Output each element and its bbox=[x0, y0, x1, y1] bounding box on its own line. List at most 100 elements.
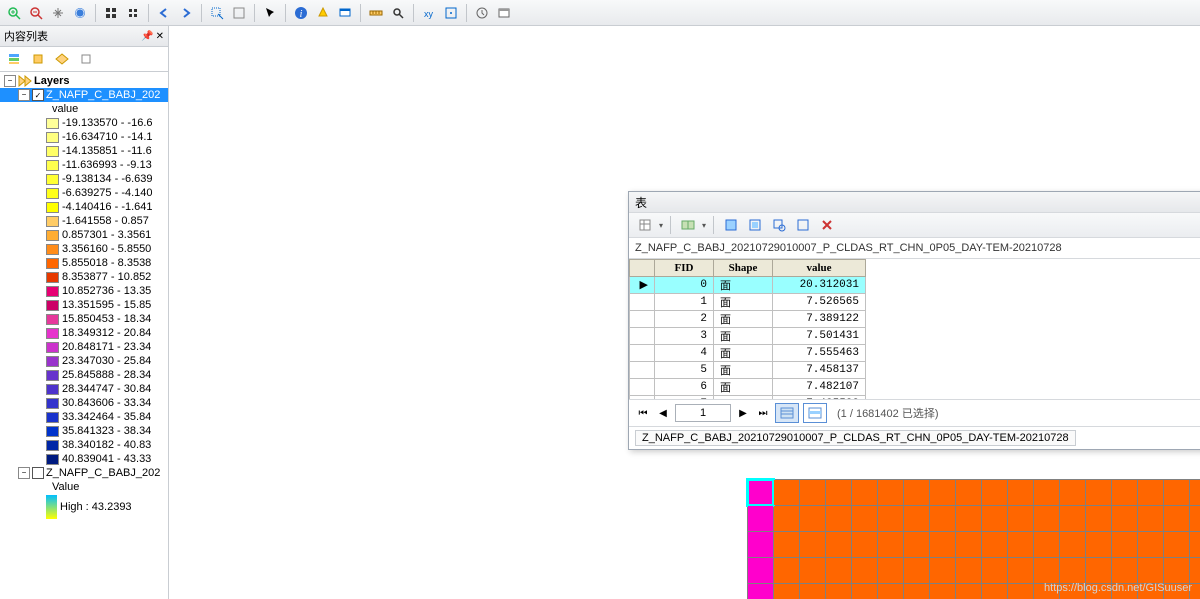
raster-cell[interactable] bbox=[852, 480, 877, 505]
table-row[interactable]: 3面7.501431 bbox=[630, 328, 866, 345]
raster-cell[interactable] bbox=[826, 506, 851, 531]
raster-cell[interactable] bbox=[982, 558, 1007, 583]
pan-icon[interactable] bbox=[48, 3, 68, 23]
table-row[interactable]: 1面7.526565 bbox=[630, 294, 866, 311]
raster-cell[interactable] bbox=[1190, 480, 1200, 505]
raster-cell[interactable] bbox=[748, 532, 773, 557]
raster-cell[interactable] bbox=[982, 584, 1007, 599]
related-tables-icon[interactable] bbox=[678, 215, 698, 235]
raster-cell[interactable] bbox=[852, 584, 877, 599]
raster-cell[interactable] bbox=[1060, 480, 1085, 505]
raster-cell[interactable] bbox=[982, 480, 1007, 505]
first-record-icon[interactable]: ⏮ bbox=[635, 405, 651, 421]
raster-cell[interactable] bbox=[1008, 532, 1033, 557]
layer-checkbox[interactable] bbox=[32, 467, 44, 479]
raster-cell[interactable] bbox=[800, 584, 825, 599]
clear-sel-icon[interactable] bbox=[793, 215, 813, 235]
raster-cell[interactable] bbox=[774, 532, 799, 557]
raster-cell[interactable] bbox=[852, 558, 877, 583]
attr-tab[interactable]: Z_NAFP_C_BABJ_20210729010007_P_CLDAS_RT_… bbox=[635, 430, 1076, 446]
raster-cell[interactable] bbox=[748, 558, 773, 583]
table-row[interactable]: 2面7.389122 bbox=[630, 311, 866, 328]
raster-cell[interactable] bbox=[1138, 506, 1163, 531]
fixed-zoom-out-icon[interactable] bbox=[123, 3, 143, 23]
raster-cell[interactable] bbox=[1008, 506, 1033, 531]
raster-cell[interactable] bbox=[826, 480, 851, 505]
raster-cell[interactable] bbox=[956, 480, 981, 505]
table-row[interactable]: ▶0面20.312031 bbox=[630, 277, 866, 294]
close-icon[interactable]: ✕ bbox=[156, 31, 164, 42]
raster-cell[interactable] bbox=[956, 584, 981, 599]
list-source-icon[interactable] bbox=[28, 49, 48, 69]
forward-icon[interactable] bbox=[176, 3, 196, 23]
raster-cell[interactable] bbox=[1060, 558, 1085, 583]
raster-cell[interactable] bbox=[878, 558, 903, 583]
zoom-selected-icon[interactable] bbox=[769, 215, 789, 235]
raster-cell[interactable] bbox=[748, 480, 773, 505]
raster-cell[interactable] bbox=[930, 532, 955, 557]
list-visibility-icon[interactable] bbox=[52, 49, 72, 69]
back-icon[interactable] bbox=[154, 3, 174, 23]
delete-sel-icon[interactable] bbox=[817, 215, 837, 235]
raster-cell[interactable] bbox=[748, 584, 773, 599]
layer-name[interactable]: Z_NAFP_C_BABJ_202 bbox=[46, 89, 160, 101]
raster-cell[interactable] bbox=[878, 532, 903, 557]
column-header[interactable]: FID bbox=[655, 260, 714, 277]
raster-cell[interactable] bbox=[1190, 558, 1200, 583]
expander-icon[interactable]: − bbox=[18, 89, 30, 101]
list-drawing-order-icon[interactable] bbox=[4, 49, 24, 69]
raster-cell[interactable] bbox=[852, 506, 877, 531]
raster-cell[interactable] bbox=[904, 558, 929, 583]
attr-grid[interactable]: FIDShapevalue▶0面20.3120311面7.5265652面7.3… bbox=[629, 259, 1200, 399]
raster-cell[interactable] bbox=[956, 532, 981, 557]
show-all-icon[interactable] bbox=[775, 403, 799, 423]
raster-cell[interactable] bbox=[774, 480, 799, 505]
dropdown-icon[interactable]: ▾ bbox=[659, 221, 663, 230]
prev-record-icon[interactable]: ◀ bbox=[655, 405, 671, 421]
raster-cell[interactable] bbox=[800, 532, 825, 557]
select-by-attr-icon[interactable] bbox=[721, 215, 741, 235]
map-canvas[interactable]: https://blog.csdn.net/GISuuser 表 ▢ ✕ ▾ ▾ bbox=[169, 26, 1200, 599]
hyperlink-icon[interactable] bbox=[313, 3, 333, 23]
raster-cell[interactable] bbox=[1164, 506, 1189, 531]
raster-cell[interactable] bbox=[904, 506, 929, 531]
raster-cell[interactable] bbox=[1112, 558, 1137, 583]
zoom-out-icon[interactable] bbox=[26, 3, 46, 23]
viewer-window-icon[interactable] bbox=[494, 3, 514, 23]
expander-icon[interactable]: − bbox=[4, 75, 16, 87]
raster-cell[interactable] bbox=[1034, 532, 1059, 557]
layers-root[interactable]: Layers bbox=[34, 75, 69, 87]
pin-icon[interactable]: 📌 bbox=[141, 31, 153, 42]
table-options-icon[interactable] bbox=[635, 215, 655, 235]
raster-cell[interactable] bbox=[1060, 532, 1085, 557]
show-selected-icon[interactable] bbox=[803, 403, 827, 423]
raster-cell[interactable] bbox=[1086, 506, 1111, 531]
clear-selection-icon[interactable] bbox=[229, 3, 249, 23]
html-popup-icon[interactable] bbox=[335, 3, 355, 23]
raster-cell[interactable] bbox=[826, 532, 851, 557]
raster-cell[interactable] bbox=[800, 506, 825, 531]
raster-cell[interactable] bbox=[930, 558, 955, 583]
raster-cell[interactable] bbox=[930, 480, 955, 505]
list-selection-icon[interactable] bbox=[76, 49, 96, 69]
raster-cell[interactable] bbox=[956, 506, 981, 531]
raster-cell[interactable] bbox=[800, 558, 825, 583]
dropdown-icon[interactable]: ▾ bbox=[702, 221, 706, 230]
next-record-icon[interactable]: ▶ bbox=[735, 405, 751, 421]
raster-cell[interactable] bbox=[956, 558, 981, 583]
raster-cell[interactable] bbox=[930, 584, 955, 599]
raster-cell[interactable] bbox=[904, 532, 929, 557]
raster-cell[interactable] bbox=[1164, 558, 1189, 583]
table-row[interactable]: 6面7.482107 bbox=[630, 379, 866, 396]
raster-cell[interactable] bbox=[1112, 506, 1137, 531]
raster-cell[interactable] bbox=[1138, 480, 1163, 505]
switch-selection-icon[interactable] bbox=[745, 215, 765, 235]
raster-cell[interactable] bbox=[800, 480, 825, 505]
layer-name[interactable]: Z_NAFP_C_BABJ_202 bbox=[46, 467, 160, 479]
raster-cell[interactable] bbox=[1190, 506, 1200, 531]
raster-cell[interactable] bbox=[1086, 558, 1111, 583]
raster-cell[interactable] bbox=[878, 506, 903, 531]
table-row[interactable]: 4面7.555463 bbox=[630, 345, 866, 362]
raster-cell[interactable] bbox=[1060, 506, 1085, 531]
go-to-xy-icon[interactable] bbox=[441, 3, 461, 23]
